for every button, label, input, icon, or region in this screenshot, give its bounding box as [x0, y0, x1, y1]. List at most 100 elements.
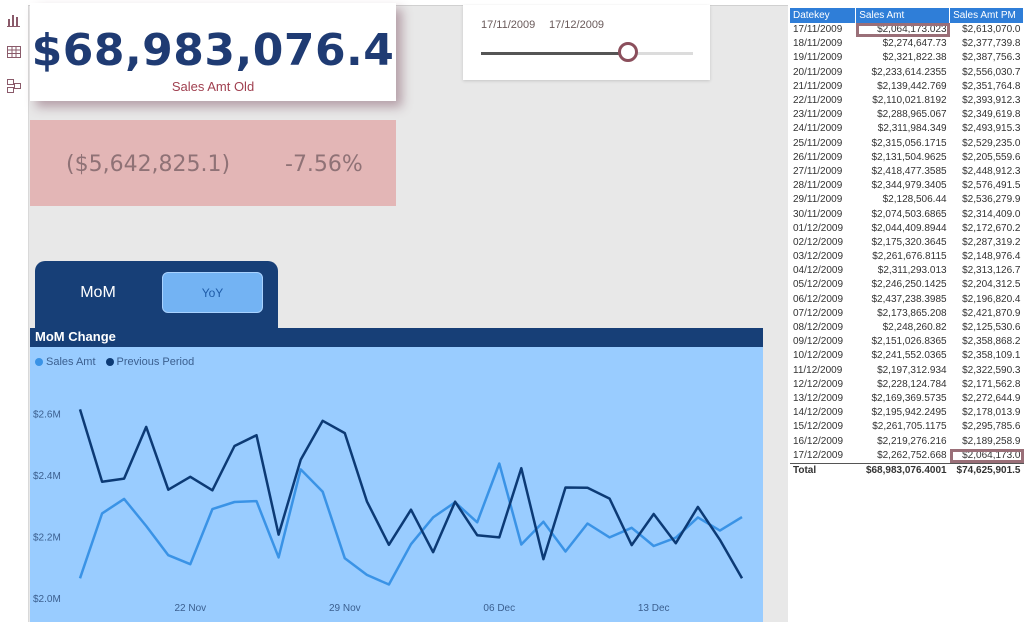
table-row[interactable]: 26/11/2009 $2,131,504.9625 $2,205,559.6: [790, 151, 1024, 165]
series-line-sales-amt[interactable]: [78, 462, 743, 586]
table-row[interactable]: 03/12/2009 $2,261,676.8115 $2,148,976.4: [790, 250, 1024, 264]
legend-dot-previous: [105, 358, 114, 366]
cell-sales-amt: $2,418,477.3585: [871, 165, 947, 177]
report-view-icon[interactable]: [6, 12, 22, 28]
table-row[interactable]: 10/12/2009 $2,241,552.0365 $2,358,109.1: [790, 349, 1024, 363]
data-view-icon[interactable]: [6, 44, 22, 60]
cell-sales-amt: $2,195,942.2495: [871, 407, 947, 419]
tab-yoy[interactable]: YoY: [162, 272, 263, 313]
table-row[interactable]: 16/12/2009 $2,219,276.216 $2,189,258.9: [790, 434, 1024, 448]
cell-sales-amt: $2,311,293.013: [877, 265, 947, 277]
table-header-row: Datekey Sales Amt Sales Amt PM: [790, 8, 1024, 23]
difference-absolute: ($5,642,825.1): [66, 152, 231, 177]
kpi-card: $68,983,076.4 Sales Amt Old: [30, 3, 396, 101]
cell-datekey: 13/12/2009: [793, 392, 844, 404]
table-row[interactable]: 25/11/2009 $2,315,056.1715 $2,529,235.0: [790, 137, 1024, 151]
table-row[interactable]: 24/11/2009 $2,311,984.349 $2,493,915.3: [790, 122, 1024, 136]
table-row[interactable]: 17/11/2009 $2,064,173.023 $2,613,070.0: [790, 23, 1024, 38]
cell-datekey: 03/12/2009: [793, 251, 844, 263]
cell-datekey: 01/12/2009: [793, 222, 844, 234]
cell-sales-amt-pm: $2,178,013.9: [962, 407, 1021, 419]
cell-sales-amt-pm: $2,387,756.3: [962, 52, 1021, 64]
column-header-sales-amt[interactable]: Sales Amt: [855, 8, 951, 23]
legend-item-sales[interactable]: Sales Amt: [35, 356, 96, 368]
cell-sales-amt: $2,241,552.0365: [871, 350, 947, 362]
total-sales-amt: $68,983,076.4001: [855, 462, 950, 478]
cell-sales-amt: $2,110,021.8192: [872, 95, 947, 107]
cell-sales-amt-pm: $2,205,559.6: [962, 151, 1021, 163]
chart-title: MoM Change: [35, 329, 116, 344]
cell-sales-amt: $2,311,984.349: [877, 123, 947, 135]
cell-sales-amt-pm: $2,322,590.3: [962, 364, 1021, 376]
table-row[interactable]: 12/12/2009 $2,228,124.784 $2,171,562.8: [790, 378, 1024, 392]
cell-sales-amt-pm: $2,314,409.0: [962, 208, 1021, 220]
table-row[interactable]: 30/11/2009 $2,074,503.6865 $2,314,409.0: [790, 207, 1024, 221]
table-row[interactable]: 14/12/2009 $2,195,942.2495 $2,178,013.9: [790, 406, 1024, 420]
cell-sales-amt-pm: $2,358,868.2: [962, 336, 1021, 348]
date-range-slicer: 17/11/2009 17/12/2009: [463, 5, 710, 80]
slider-handle[interactable]: [618, 42, 638, 62]
series-line-previous-period[interactable]: [78, 409, 744, 579]
cell-datekey: 15/12/2009: [793, 421, 844, 433]
table-row[interactable]: 28/11/2009 $2,344,979.3405 $2,576,491.5: [790, 179, 1024, 193]
cell-datekey: 02/12/2009: [793, 236, 844, 248]
cell-datekey: 10/12/2009: [793, 350, 844, 362]
x-tick-label: 29 Nov: [329, 603, 361, 614]
table-row[interactable]: 15/12/2009 $2,261,705.1175 $2,295,785.6: [790, 420, 1024, 434]
table-row[interactable]: 09/12/2009 $2,151,026.8365 $2,358,868.2: [790, 335, 1024, 349]
table-row[interactable]: 17/12/2009 $2,262,752.668 $2,064,173.0: [790, 448, 1024, 464]
sales-table-panel: Datekey Sales Amt Sales Amt PM 17/11/200…: [788, 0, 1024, 622]
table-row[interactable]: 29/11/2009 $2,128,506.44 $2,536,279.9: [790, 193, 1024, 207]
cell-sales-amt-pm: $2,536,279.9: [962, 194, 1021, 206]
cell-sales-amt: $2,128,506.44: [882, 194, 947, 206]
slider-fill: [481, 52, 631, 55]
cell-datekey: 12/12/2009: [793, 378, 844, 390]
cell-sales-amt: $2,151,026.8365: [871, 336, 947, 348]
slicer-end-date[interactable]: 17/12/2009: [549, 19, 604, 31]
cell-sales-amt-pm: $2,295,785.6: [962, 421, 1021, 433]
table-row[interactable]: 20/11/2009 $2,233,614.2355 $2,556,030.7: [790, 66, 1024, 80]
line-chart-svg: $2.0M $2.2M $2.4M $2.6M 22 Nov 29 Nov 06 Dec 13…: [33, 409, 744, 614]
column-header-sales-amt-pm[interactable]: Sales Amt PM: [949, 8, 1024, 23]
table-row[interactable]: 22/11/2009 $2,110,021.8192 $2,393,912.3: [790, 94, 1024, 108]
cell-sales-amt-pm: $2,349,619.8: [962, 109, 1021, 121]
table-row[interactable]: 08/12/2009 $2,248,260.82 $2,125,530.6: [790, 321, 1024, 335]
table-row[interactable]: 23/11/2009 $2,288,965.067 $2,349,619.8: [790, 108, 1024, 122]
chart-legend: Sales Amt Previous Period: [35, 356, 194, 368]
table-row[interactable]: 13/12/2009 $2,169,369.5735 $2,272,644.9: [790, 392, 1024, 406]
cell-sales-amt-pm: $2,148,976.4: [962, 251, 1021, 263]
mom-change-chart: $2.0M $2.2M $2.4M $2.6M 22 Nov 29 Nov 06 Dec 13…: [30, 328, 763, 622]
table-row[interactable]: 07/12/2009 $2,173,865.208 $2,421,870.9: [790, 307, 1024, 321]
cell-sales-amt: $2,175,320.3645: [871, 236, 947, 248]
cell-sales-amt-pm: $2,172,670.2: [962, 222, 1021, 234]
model-view-icon[interactable]: [6, 78, 22, 94]
legend-item-previous[interactable]: Previous Period: [105, 356, 194, 368]
table-row[interactable]: 19/11/2009 $2,321,822.38 $2,387,756.3: [790, 51, 1024, 65]
cell-datekey: 22/11/2009: [793, 95, 843, 107]
cell-datekey: 09/12/2009: [793, 336, 844, 348]
cell-sales-amt: $2,248,260.82: [882, 322, 947, 334]
cell-sales-amt-pm: $2,272,644.9: [962, 392, 1021, 404]
table-row[interactable]: 21/11/2009 $2,139,442.769 $2,351,764.8: [790, 80, 1024, 94]
tab-mom[interactable]: MoM: [57, 275, 139, 311]
table-row[interactable]: 04/12/2009 $2,311,293.013 $2,313,126.7: [790, 264, 1024, 278]
table-row[interactable]: 11/12/2009 $2,197,312.934 $2,322,590.3: [790, 364, 1024, 378]
table-total-row: Total $68,983,076.4001 $74,625,901.5: [790, 462, 1024, 478]
cell-sales-amt-pm: $2,613,070.0: [962, 24, 1021, 36]
cell-sales-amt: $2,219,276.216: [877, 435, 947, 447]
cell-sales-amt-pm: $2,287,319.2: [962, 236, 1021, 248]
cell-datekey: 27/11/2009: [793, 165, 843, 177]
table-row[interactable]: 05/12/2009 $2,246,250.1425 $2,204,312.5: [790, 278, 1024, 292]
cell-sales-amt: $2,064,173.023: [855, 23, 950, 38]
table-row[interactable]: 06/12/2009 $2,437,238.3985 $2,196,820.4: [790, 293, 1024, 307]
cell-sales-amt: $2,197,312.934: [877, 364, 947, 376]
table-row[interactable]: 02/12/2009 $2,175,320.3645 $2,287,319.2: [790, 236, 1024, 250]
cell-sales-amt: $2,274,647.73: [882, 38, 947, 50]
table-row[interactable]: 18/11/2009 $2,274,647.73 $2,377,739.8: [790, 37, 1024, 51]
cell-sales-amt-pm: $2,448,912.3: [962, 165, 1021, 177]
x-tick-label: 13 Dec: [638, 603, 670, 614]
slicer-start-date[interactable]: 17/11/2009: [481, 19, 535, 31]
table-row[interactable]: 01/12/2009 $2,044,409.8944 $2,172,670.2: [790, 222, 1024, 236]
table-row[interactable]: 27/11/2009 $2,418,477.3585 $2,448,912.3: [790, 165, 1024, 179]
column-header-datekey[interactable]: Datekey: [790, 8, 857, 23]
